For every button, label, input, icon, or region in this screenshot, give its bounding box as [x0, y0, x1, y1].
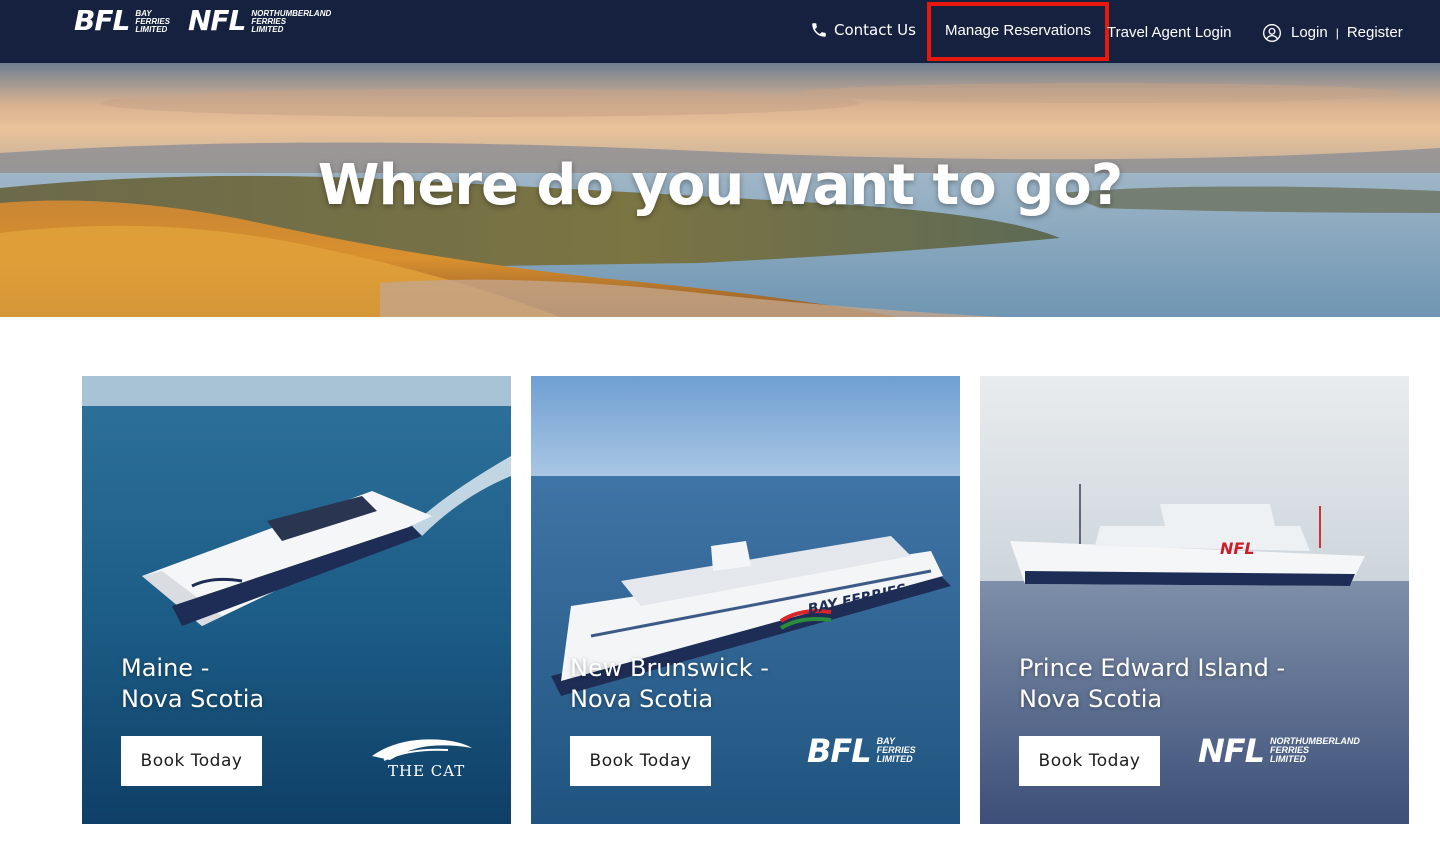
book-today-button[interactable]: Book Today: [1019, 736, 1160, 786]
bfl-card-logo-mark: BFL: [807, 732, 872, 770]
nfl-card-logo-subtext: Northumberland Ferries Limited: [1270, 736, 1360, 764]
cat-swoosh-icon: [372, 739, 472, 761]
top-navigation-bar: BFL Bay Ferries Limited NFL Northumberla…: [0, 0, 1440, 63]
login-link[interactable]: Login: [1291, 24, 1328, 41]
bfl-card-logo-subtext: Bay Ferries Limited: [876, 736, 916, 764]
route-card-maine-nova-scotia[interactable]: Maine - Nova Scotia Book Today THE CAT: [82, 376, 511, 824]
nfl-card-logo: NFL Northumberland Ferries Limited: [1198, 734, 1360, 768]
travel-agent-login-label: Travel Agent Login: [1107, 24, 1232, 41]
bay-ferries-logo[interactable]: BFL Bay Ferries Limited: [74, 6, 170, 50]
bfl-logo-mark: BFL: [74, 4, 130, 37]
hero-banner: Where do you want to go?: [0, 63, 1440, 317]
route-title-line-2: Nova Scotia: [570, 685, 714, 713]
northumberland-ferries-logo[interactable]: NFL Northumberland Ferries Limited: [188, 6, 331, 50]
ship-hull-label: NFL: [1220, 539, 1255, 558]
nfl-logo-subtext: Northumberland Ferries Limited: [251, 9, 332, 34]
manage-reservations-label: Manage Reservations: [945, 22, 1091, 39]
route-title: New Brunswick - Nova Scotia: [570, 653, 769, 715]
route-title: Prince Edward Island - Nova Scotia: [1019, 653, 1285, 715]
the-cat-logo: THE CAT: [370, 734, 474, 784]
book-today-button[interactable]: Book Today: [121, 736, 262, 786]
travel-agent-login-link[interactable]: Travel Agent Login: [1107, 1, 1232, 64]
route-card-new-brunswick-nova-scotia[interactable]: BAY FERRIES New Brunswick - Nova Scotia …: [531, 376, 960, 824]
hero-title: Where do you want to go?: [317, 153, 1124, 218]
the-cat-logo-text: THE CAT: [388, 762, 466, 780]
bfl-card-logo: BFL Bay Ferries Limited: [807, 734, 916, 768]
nfl-logo-mark: NFL: [188, 4, 246, 37]
route-title: Maine - Nova Scotia: [121, 653, 264, 715]
nfl-card-logo-mark: NFL: [1198, 732, 1265, 770]
book-today-button[interactable]: Book Today: [570, 736, 711, 786]
account-links: Login | Register: [1262, 1, 1403, 64]
route-card-pei-nova-scotia[interactable]: NFL Prince Edward Island - Nova Scotia B…: [980, 376, 1409, 824]
route-title-line-1: Maine -: [121, 654, 210, 682]
route-title-line-1: New Brunswick -: [570, 654, 769, 682]
login-register-separator: |: [1335, 25, 1339, 40]
route-title-line-1: Prince Edward Island -: [1019, 654, 1286, 682]
register-link[interactable]: Register: [1347, 24, 1403, 41]
contact-us-label: Contact Us: [834, 20, 916, 39]
user-circle-icon: [1263, 23, 1281, 42]
bfl-logo-subtext: Bay Ferries Limited: [135, 9, 170, 34]
route-title-line-2: Nova Scotia: [1019, 685, 1163, 713]
route-title-line-2: Nova Scotia: [121, 685, 265, 713]
phone-icon: [812, 22, 826, 37]
contact-us-link[interactable]: Contact Us: [810, 0, 916, 61]
manage-reservations-link[interactable]: Manage Reservations: [927, 2, 1109, 61]
